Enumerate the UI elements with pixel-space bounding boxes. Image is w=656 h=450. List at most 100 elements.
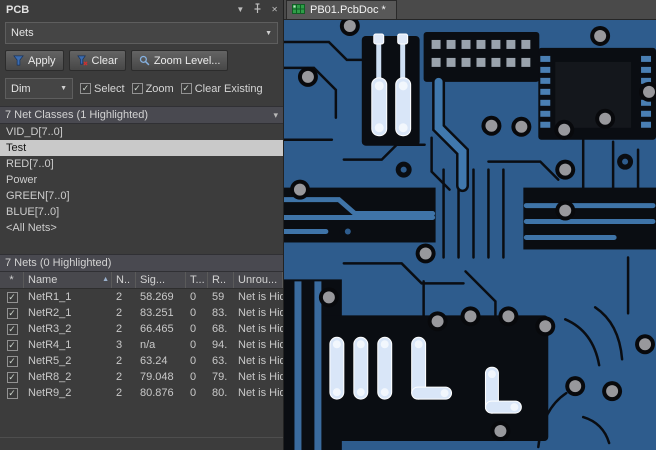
column-header-nodes[interactable]: N.. <box>112 272 136 288</box>
clear-existing-checkbox[interactable]: ✓ Clear Existing <box>180 82 263 95</box>
net-signal: n/a <box>140 339 156 351</box>
net-t: 0 <box>190 307 197 319</box>
select-label: Select <box>94 82 125 95</box>
net-classes-header[interactable]: 7 Net Classes (1 Highlighted) ▾ <box>0 106 283 124</box>
net-signal: 58.269 <box>140 291 174 303</box>
document-tab-label: PB01.PcbDoc * <box>310 4 386 16</box>
panel-menu-icon[interactable]: ▼ <box>236 5 244 14</box>
pcbdoc-icon <box>292 3 305 18</box>
nets-header[interactable]: 7 Nets (0 Highlighted) <box>0 254 283 272</box>
zoom-level-label: Zoom Level... <box>153 54 221 67</box>
net-unrouted: Net is Hid <box>238 291 283 303</box>
table-row[interactable]: ✓ NetR4_1 3 n/a 0 94. Net is Hid <box>0 337 283 353</box>
clear-existing-label: Clear Existing <box>194 82 263 95</box>
net-unrouted: Net is Hid <box>238 387 283 399</box>
net-unrouted: Net is Hid <box>238 371 283 383</box>
net-routed: 80. <box>212 387 228 399</box>
column-header-routed[interactable]: R.. <box>208 272 234 288</box>
clear-label: Clear <box>91 54 118 67</box>
close-icon[interactable]: ✕ <box>271 5 278 14</box>
net-class-item[interactable]: BLUE[7..0] <box>0 204 283 220</box>
check-icon: ✓ <box>8 355 16 366</box>
checkbox-box: ✓ <box>80 83 91 94</box>
column-header-t[interactable]: T... <box>186 272 208 288</box>
nets-table: * Name ▲ N.. Sig... T... R.. Unrou... ✓ … <box>0 272 283 401</box>
net-t: 0 <box>190 371 197 383</box>
net-routed: 63. <box>212 355 228 367</box>
net-class-item[interactable]: VID_D[7..0] <box>0 124 283 140</box>
apply-button[interactable]: Apply <box>5 50 64 71</box>
check-icon: ✓ <box>8 387 16 398</box>
net-class-item[interactable]: RED[7..0] <box>0 156 283 172</box>
table-row[interactable]: ✓ NetR9_2 2 80.876 0 80. Net is Hid <box>0 385 283 401</box>
column-header-check[interactable]: * <box>0 272 24 288</box>
check-icon: ✓ <box>182 83 190 93</box>
mode-select[interactable]: Nets ▼ <box>5 22 278 44</box>
pin-icon[interactable] <box>253 3 262 16</box>
net-class-item-selected[interactable]: Test <box>0 140 283 156</box>
net-name: NetR5_2 <box>28 355 72 367</box>
net-class-item[interactable]: <All Nets> <box>0 220 283 236</box>
net-unrouted: Net is Hid <box>238 355 283 367</box>
chevron-down-icon: ▾ <box>273 109 278 120</box>
net-routed: 79. <box>212 371 228 383</box>
table-row[interactable]: ✓ NetR8_2 2 79.048 0 79. Net is Hid <box>0 369 283 385</box>
net-name: NetR9_2 <box>28 387 72 399</box>
document-tabbar: PB01.PcbDoc * <box>284 0 656 20</box>
panel-toolbar: Apply Clear Zoom Level... <box>5 50 278 71</box>
row-checkbox[interactable]: ✓ <box>6 307 18 319</box>
row-checkbox[interactable]: ✓ <box>6 355 18 367</box>
filter-apply-icon <box>13 55 24 66</box>
pcb-canvas[interactable] <box>284 20 656 450</box>
table-row[interactable]: ✓ NetR3_2 2 66.465 0 68. Net is Hid <box>0 321 283 337</box>
zoom-label: Zoom <box>145 82 174 95</box>
row-checkbox[interactable]: ✓ <box>6 339 18 351</box>
net-nodes: 2 <box>116 355 123 367</box>
table-row[interactable]: ✓ NetR1_1 2 58.269 0 59 Net is Hid <box>0 289 283 305</box>
net-routed: 94. <box>212 339 228 351</box>
net-routed: 68. <box>212 323 228 335</box>
filter-clear-icon <box>76 55 88 66</box>
net-routed: 59 <box>212 291 225 303</box>
row-checkbox[interactable]: ✓ <box>6 291 18 303</box>
row-checkbox[interactable]: ✓ <box>6 387 18 399</box>
table-row[interactable]: ✓ NetR2_1 2 83.251 0 83. Net is Hid <box>0 305 283 321</box>
column-header-signal[interactable]: Sig... <box>136 272 186 288</box>
panel-bottom-divider <box>0 437 283 438</box>
row-checkbox[interactable]: ✓ <box>6 323 18 335</box>
panel-title: PCB <box>6 3 30 16</box>
select-checkbox[interactable]: ✓ Select <box>80 83 125 95</box>
net-nodes: 3 <box>116 339 123 351</box>
check-icon: ✓ <box>8 339 16 350</box>
net-classes-header-label: 7 Net Classes (1 Highlighted) <box>5 109 149 121</box>
clear-button[interactable]: Clear <box>68 50 126 71</box>
document-tab[interactable]: PB01.PcbDoc * <box>286 0 397 19</box>
table-row[interactable]: ✓ NetR5_2 2 63.24 0 63. Net is Hid <box>0 353 283 369</box>
net-unrouted: Net is Hid <box>238 323 283 335</box>
panel-titlebar-icons: ▼ ✕ <box>236 3 278 16</box>
dim-select-value: Dim <box>11 82 31 95</box>
check-icon: ✓ <box>8 291 16 302</box>
dim-select[interactable]: Dim ▼ <box>5 78 73 99</box>
checkbox-box: ✓ <box>180 83 192 94</box>
mode-select-value: Nets <box>11 27 34 39</box>
net-name: NetR8_2 <box>28 371 72 383</box>
row-checkbox[interactable]: ✓ <box>6 371 18 383</box>
net-signal: 66.465 <box>140 323 174 335</box>
zoom-checkbox[interactable]: ✓ Zoom <box>131 82 174 95</box>
magnifier-icon <box>139 55 150 66</box>
net-nodes: 2 <box>116 307 123 319</box>
net-class-item[interactable]: Power <box>0 172 283 188</box>
column-header-name[interactable]: Name ▲ <box>24 272 112 288</box>
nets-table-header: * Name ▲ N.. Sig... T... R.. Unrou... <box>0 272 283 289</box>
panel-titlebar: PCB ▼ ✕ <box>0 0 283 19</box>
editor-area: PB01.PcbDoc * <box>284 0 656 450</box>
column-header-unrouted[interactable]: Unrou... <box>234 272 283 288</box>
net-t: 0 <box>190 387 197 399</box>
zoom-level-button[interactable]: Zoom Level... <box>130 50 229 71</box>
check-icon: ✓ <box>8 307 16 318</box>
options-row: Dim ▼ ✓ Select ✓ Zoom ✓ Clear Existing <box>5 78 278 99</box>
net-t: 0 <box>190 339 197 351</box>
net-name: NetR1_1 <box>28 291 72 303</box>
net-class-item[interactable]: GREEN[7..0] <box>0 188 283 204</box>
